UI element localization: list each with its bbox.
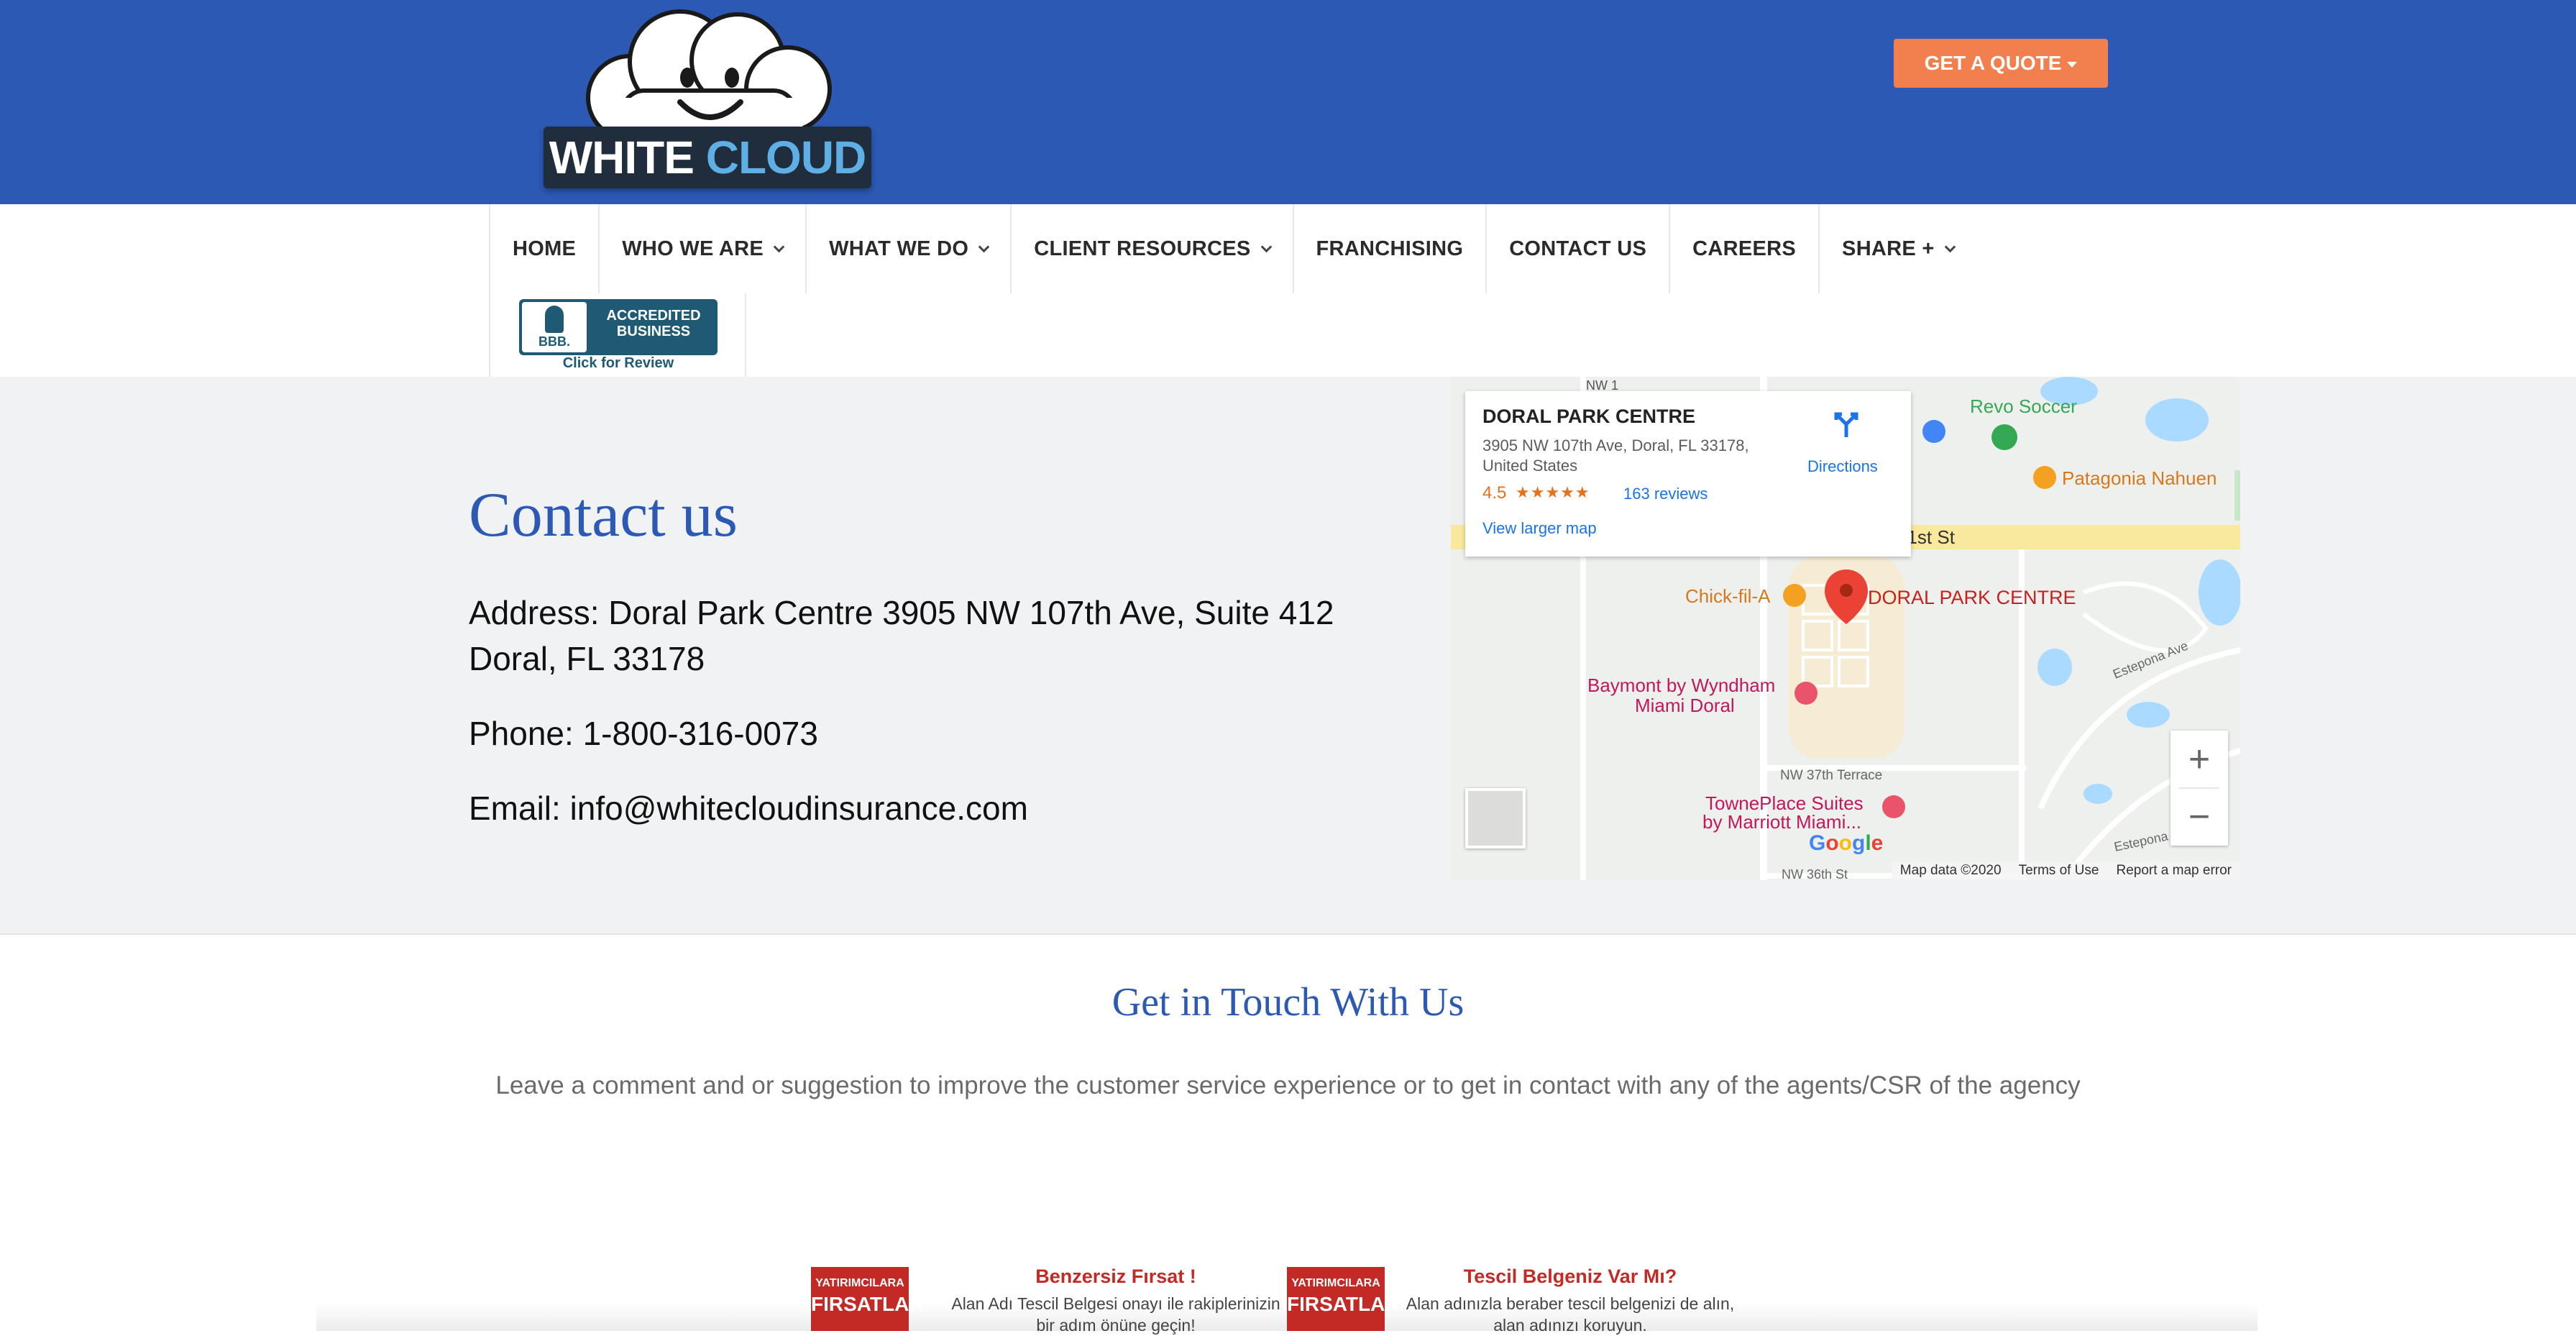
nav-item-label: FRANCHISING — [1316, 237, 1464, 260]
chevron-down-icon — [1944, 241, 1956, 252]
contact-address-line-2: Doral, FL 33178 — [469, 640, 705, 677]
map-address-line-1: 3905 NW 107th Ave, Doral, FL 33178, — [1482, 436, 1749, 454]
logo-wordmark: WHITE CLOUD — [544, 131, 871, 184]
get-a-quote-label: GET A QUOTE — [1924, 52, 2062, 74]
map-reviews-link[interactable]: 163 reviews — [1623, 485, 1708, 503]
nav-item-franchising[interactable]: FRANCHISING — [1292, 204, 1486, 293]
zoom-out-button[interactable]: − — [2171, 788, 2228, 846]
get-a-quote-button[interactable]: GET A QUOTE — [1894, 39, 2108, 88]
zoom-divider — [2179, 787, 2219, 789]
google-letter: e — [1871, 831, 1884, 855]
ad-card-2[interactable]: YATIRIMCILARA FIRSATLAR Tescil Belgeniz … — [1287, 1263, 1776, 1335]
view-larger-map-link[interactable]: View larger map — [1482, 519, 1597, 538]
map-place-address: 3905 NW 107th Ave, Doral, FL 33178, Unit… — [1482, 436, 1784, 476]
ad-image-text-1: YATIRIMCILARA — [1291, 1277, 1380, 1289]
chevron-down-icon — [773, 241, 785, 252]
logo-word-white: WHITE — [549, 132, 695, 183]
map-label-baymont-1: Baymont by Wyndham — [1587, 674, 1775, 696]
nav-item-share[interactable]: SHARE + — [1818, 204, 1976, 293]
nav-item-contact-us[interactable]: CONTACT US — [1485, 204, 1669, 293]
nav-menu: HOME WHO WE ARE WHAT WE DO CLIENT RESOUR… — [489, 204, 1976, 293]
logo-word-cloud: CLOUD — [705, 132, 867, 183]
google-letter: o — [1825, 831, 1839, 855]
ad-image-text-2: FIRSATLAR — [811, 1293, 924, 1315]
ad-text-line: alan adınızı koruyun. — [1493, 1316, 1647, 1335]
ad-card-1[interactable]: YATIRIMCILARA FIRSATLAR Benzersiz Fırsat… — [811, 1263, 1280, 1335]
cloud-mascot-icon — [586, 9, 832, 141]
zoom-in-button[interactable]: + — [2171, 731, 2228, 788]
map-address-line-2: United States — [1482, 457, 1578, 475]
nav-item-label: CLIENT RESOURCES — [1034, 237, 1251, 260]
site-header: WHITE CLOUD GET A QUOTE — [0, 0, 2576, 204]
bbb-badge-text: ACCREDITED BUSINESS — [594, 308, 713, 339]
map-label-revo-soccer: Revo Soccer — [1970, 395, 2077, 417]
map-label-patagonia: Patagonia Nahuen — [2062, 467, 2217, 489]
ad-image-text-2: FIRSATLAR — [1287, 1293, 1400, 1315]
directions-link[interactable]: Directions — [1807, 457, 1878, 476]
nav-item-label: HOME — [513, 237, 577, 260]
bbb-line-2: BUSINESS — [616, 324, 691, 339]
nav-item-client-resources[interactable]: CLIENT RESOURCES — [1010, 204, 1292, 293]
star-rating-icon: ★★★★★ — [1516, 483, 1590, 501]
map-label-nw-37th: NW 37th Terrace — [1780, 768, 1882, 783]
ad-title-2: Tescil Belgeniz Var Mı? — [1463, 1266, 1677, 1287]
bbb-mark: BBB. — [538, 334, 570, 349]
bbb-line-1: ACCREDITED — [606, 308, 701, 324]
nav-item-label: SHARE + — [1842, 237, 1935, 260]
ad-text-1: Alan Adı Tescil Belgesi onayı ile rakipl… — [915, 1293, 1317, 1336]
map-label-towneplace-2: by Marriott Miami... — [1702, 811, 1861, 833]
nav-item-who-we-are[interactable]: WHO WE ARE — [598, 204, 805, 293]
ad-text-line: bir adım önüne geçin! — [1036, 1316, 1196, 1335]
contact-address-line-1: Address: Doral Park Centre 3905 NW 107th… — [469, 594, 1334, 631]
google-letter: g — [1852, 831, 1866, 855]
bbb-accredited-badge[interactable]: BBB. ACCREDITED BUSINESS Click for Revie… — [519, 299, 718, 374]
nav-bbb-cell: BBB. ACCREDITED BUSINESS Click for Revie… — [489, 293, 746, 377]
ad-text-line: Alan adınızla beraber tescil belgenizi d… — [1406, 1294, 1735, 1313]
bbb-badge-box: BBB. ACCREDITED BUSINESS — [519, 299, 718, 355]
map-zoom-control: + − — [2171, 731, 2228, 846]
map-rating-value: 4.5 — [1482, 483, 1507, 503]
map-label-chick-fil-a: Chick-fil-A — [1685, 585, 1771, 607]
map-place-name: DORAL PARK CENTRE — [1482, 406, 1696, 427]
white-cloud-logo[interactable]: WHITE CLOUD — [544, 4, 871, 188]
nav-item-label: WHO WE ARE — [622, 237, 764, 260]
bbb-review-link: Click for Review — [562, 355, 674, 371]
nav-item-label: CONTACT US — [1509, 237, 1647, 260]
caret-down-icon — [2067, 62, 2078, 68]
get-in-touch-subtitle: Leave a comment and or suggestion to imp… — [495, 1071, 2081, 1099]
nav-item-label: WHAT WE DO — [829, 237, 969, 260]
nav-item-careers[interactable]: CAREERS — [1669, 204, 1818, 293]
google-letter: o — [1838, 831, 1852, 855]
map-label-nw: NW 1 — [1586, 378, 1618, 393]
map-place-card: DORAL PARK CENTRE 3905 NW 107th Ave, Dor… — [1465, 391, 1911, 557]
bbb-torch-shape — [545, 306, 564, 333]
ad-text-line: Alan Adı Tescil Belgesi onayı ile rakipl… — [951, 1294, 1280, 1313]
map-footer: Map data ©2020 Terms of Use Report a map… — [1891, 861, 2240, 880]
map-type-toggle[interactable] — [1465, 788, 1526, 848]
chevron-down-icon — [978, 241, 990, 252]
chevron-down-icon — [1260, 241, 1272, 252]
contact-phone: Phone: 1-800-316-0073 — [469, 715, 818, 752]
google-letter: G — [1809, 831, 1826, 855]
map-terms-link[interactable]: Terms of Use — [2019, 863, 2099, 879]
map-report-error-link[interactable]: Report a map error — [2116, 863, 2232, 879]
ad-image-2: YATIRIMCILARA FIRSATLAR — [1287, 1267, 1400, 1331]
google-logo: Google — [1809, 831, 1883, 856]
map-label-baymont-2: Miami Doral — [1635, 695, 1735, 716]
google-map-embed[interactable]: NW 1 Revo Soccer Patagonia Nahuen 41st S… — [1451, 377, 2240, 880]
contact-email: Email: info@whitecloudinsurance.com — [469, 790, 1028, 827]
map-label-doral-park-centre: DORAL PARK CENTRE — [1868, 587, 2076, 608]
directions-icon[interactable] — [1832, 410, 1861, 439]
map-label-nw-36th: NW 36th St — [1782, 867, 1848, 880]
map-data-credit: Map data ©2020 — [1899, 863, 2002, 878]
bbb-torch-icon: BBB. — [522, 302, 587, 352]
nav-item-label: CAREERS — [1692, 237, 1797, 260]
nav-item-home[interactable]: HOME — [489, 204, 598, 293]
contact-title: Contact us — [469, 480, 738, 550]
main-navigation: HOME WHO WE ARE WHAT WE DO CLIENT RESOUR… — [0, 204, 2576, 377]
get-in-touch-title: Get in Touch With Us — [1111, 980, 1465, 1025]
ad-text-2: Alan adınızla beraber tescil belgenizi d… — [1390, 1293, 1750, 1336]
google-letter: l — [1865, 831, 1871, 855]
nav-item-what-we-do[interactable]: WHAT WE DO — [805, 204, 1010, 293]
